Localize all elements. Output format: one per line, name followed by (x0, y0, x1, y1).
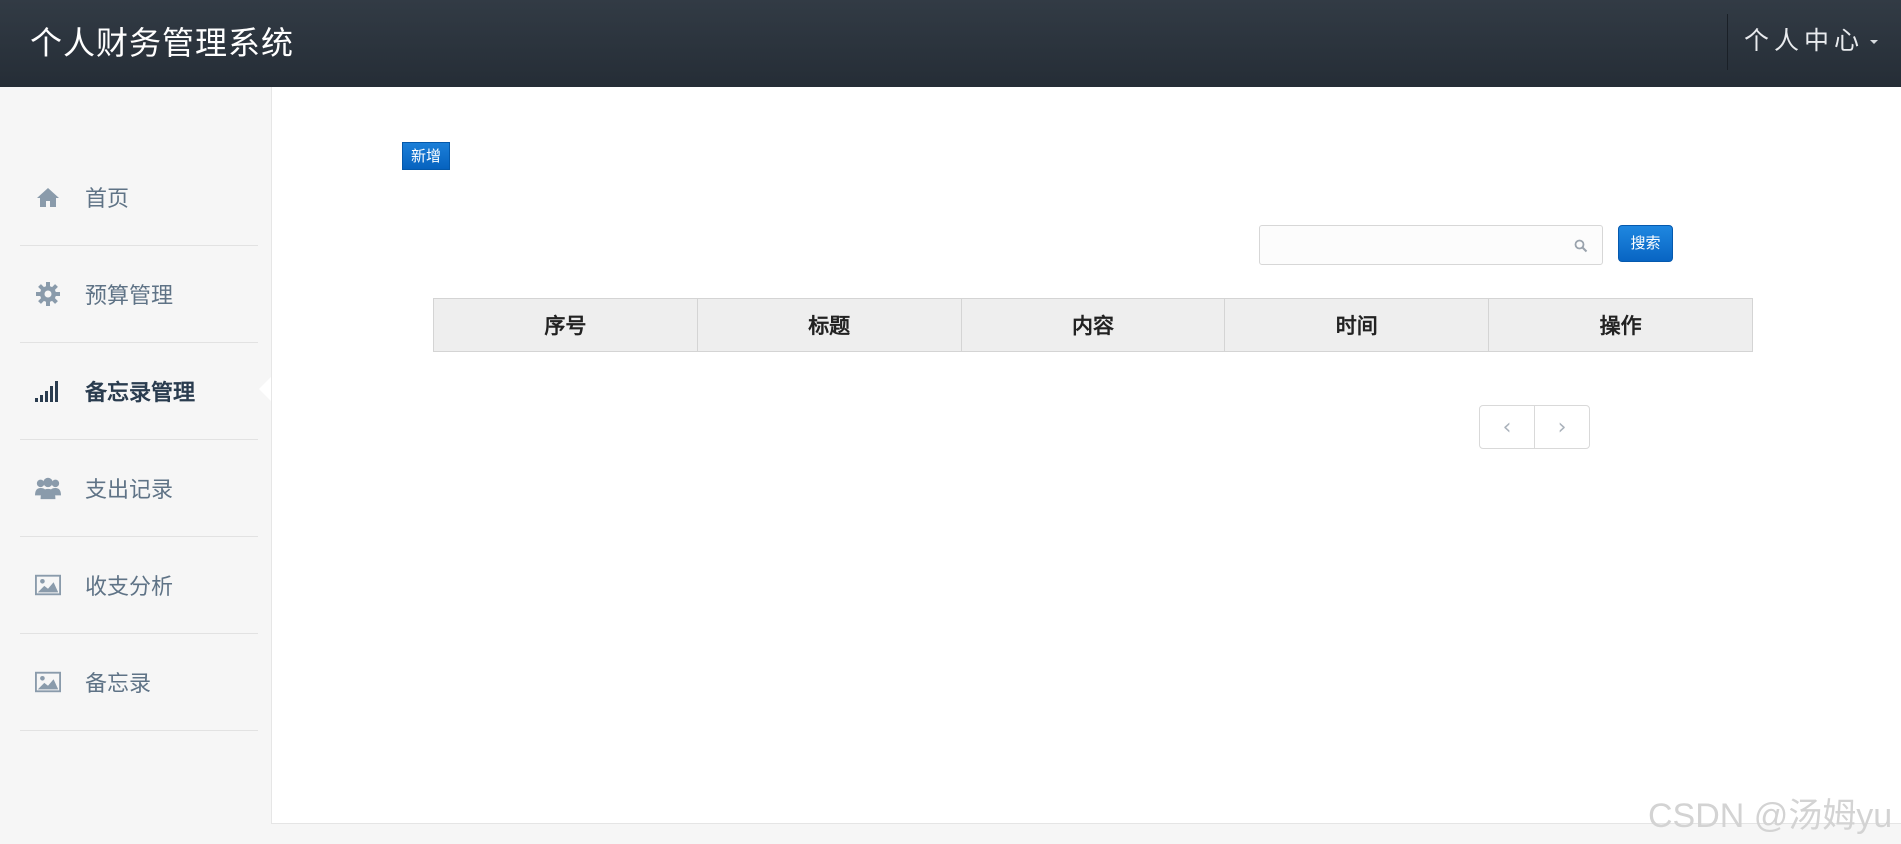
sidebar-item-label: 预算管理 (85, 284, 174, 309)
add-button[interactable]: 新增 (402, 142, 450, 170)
column-header-actions: 操作 (1488, 298, 1753, 352)
sidebar-item-expenses[interactable]: 支出记录 (20, 440, 258, 537)
search-icon (1574, 238, 1588, 257)
column-header-time: 时间 (1224, 298, 1490, 352)
main-content (271, 87, 1901, 824)
active-item-pointer (259, 377, 271, 401)
top-navbar: 个人财务管理系统 个人中心 (0, 0, 1901, 87)
next-page-button[interactable]: › (1534, 406, 1589, 448)
search-field[interactable] (1259, 225, 1603, 265)
table-header-row: 序号 标题 内容 时间 操作 (433, 298, 1753, 352)
signal-bars-icon (35, 378, 61, 404)
search-button[interactable]: 搜索 (1618, 225, 1673, 262)
sidebar-item-label: 备忘录 (85, 672, 152, 697)
gear-icon (35, 281, 61, 307)
sidebar: 首页 预算管理 备忘录管理 支出记录 收支分析 备忘录 (0, 87, 270, 844)
image-icon (35, 669, 61, 695)
previous-page-button[interactable]: ‹ (1480, 406, 1534, 448)
app-title[interactable]: 个人财务管理系统 (30, 0, 294, 87)
sidebar-item-label: 支出记录 (85, 478, 174, 503)
sidebar-item-analysis[interactable]: 收支分析 (20, 537, 258, 634)
search-input[interactable] (1268, 226, 1562, 264)
home-icon (35, 184, 61, 210)
sidebar-item-memo-management[interactable]: 备忘录管理 (20, 343, 258, 440)
watermark: CSDN @汤姆yu (1648, 797, 1893, 835)
column-header-index: 序号 (433, 298, 698, 352)
sidebar-item-label: 备忘录管理 (85, 381, 196, 406)
pagination: ‹ › (1479, 405, 1590, 449)
sidebar-item-memo[interactable]: 备忘录 (20, 634, 258, 731)
user-center-dropdown[interactable]: 个人中心 (1744, 0, 1879, 82)
column-header-content: 内容 (960, 298, 1226, 352)
memo-table: 序号 标题 内容 时间 操作 (433, 298, 1753, 352)
navbar-divider (1727, 14, 1728, 70)
users-icon (35, 475, 61, 501)
caret-down-icon (1870, 40, 1879, 44)
sidebar-item-label: 收支分析 (85, 575, 174, 600)
sidebar-item-budget[interactable]: 预算管理 (20, 246, 258, 343)
sidebar-item-home[interactable]: 首页 (20, 149, 258, 246)
column-header-title: 标题 (696, 298, 962, 352)
user-center-label: 个人中心 (1744, 26, 1865, 55)
image-icon (35, 572, 61, 598)
sidebar-item-label: 首页 (85, 187, 130, 212)
